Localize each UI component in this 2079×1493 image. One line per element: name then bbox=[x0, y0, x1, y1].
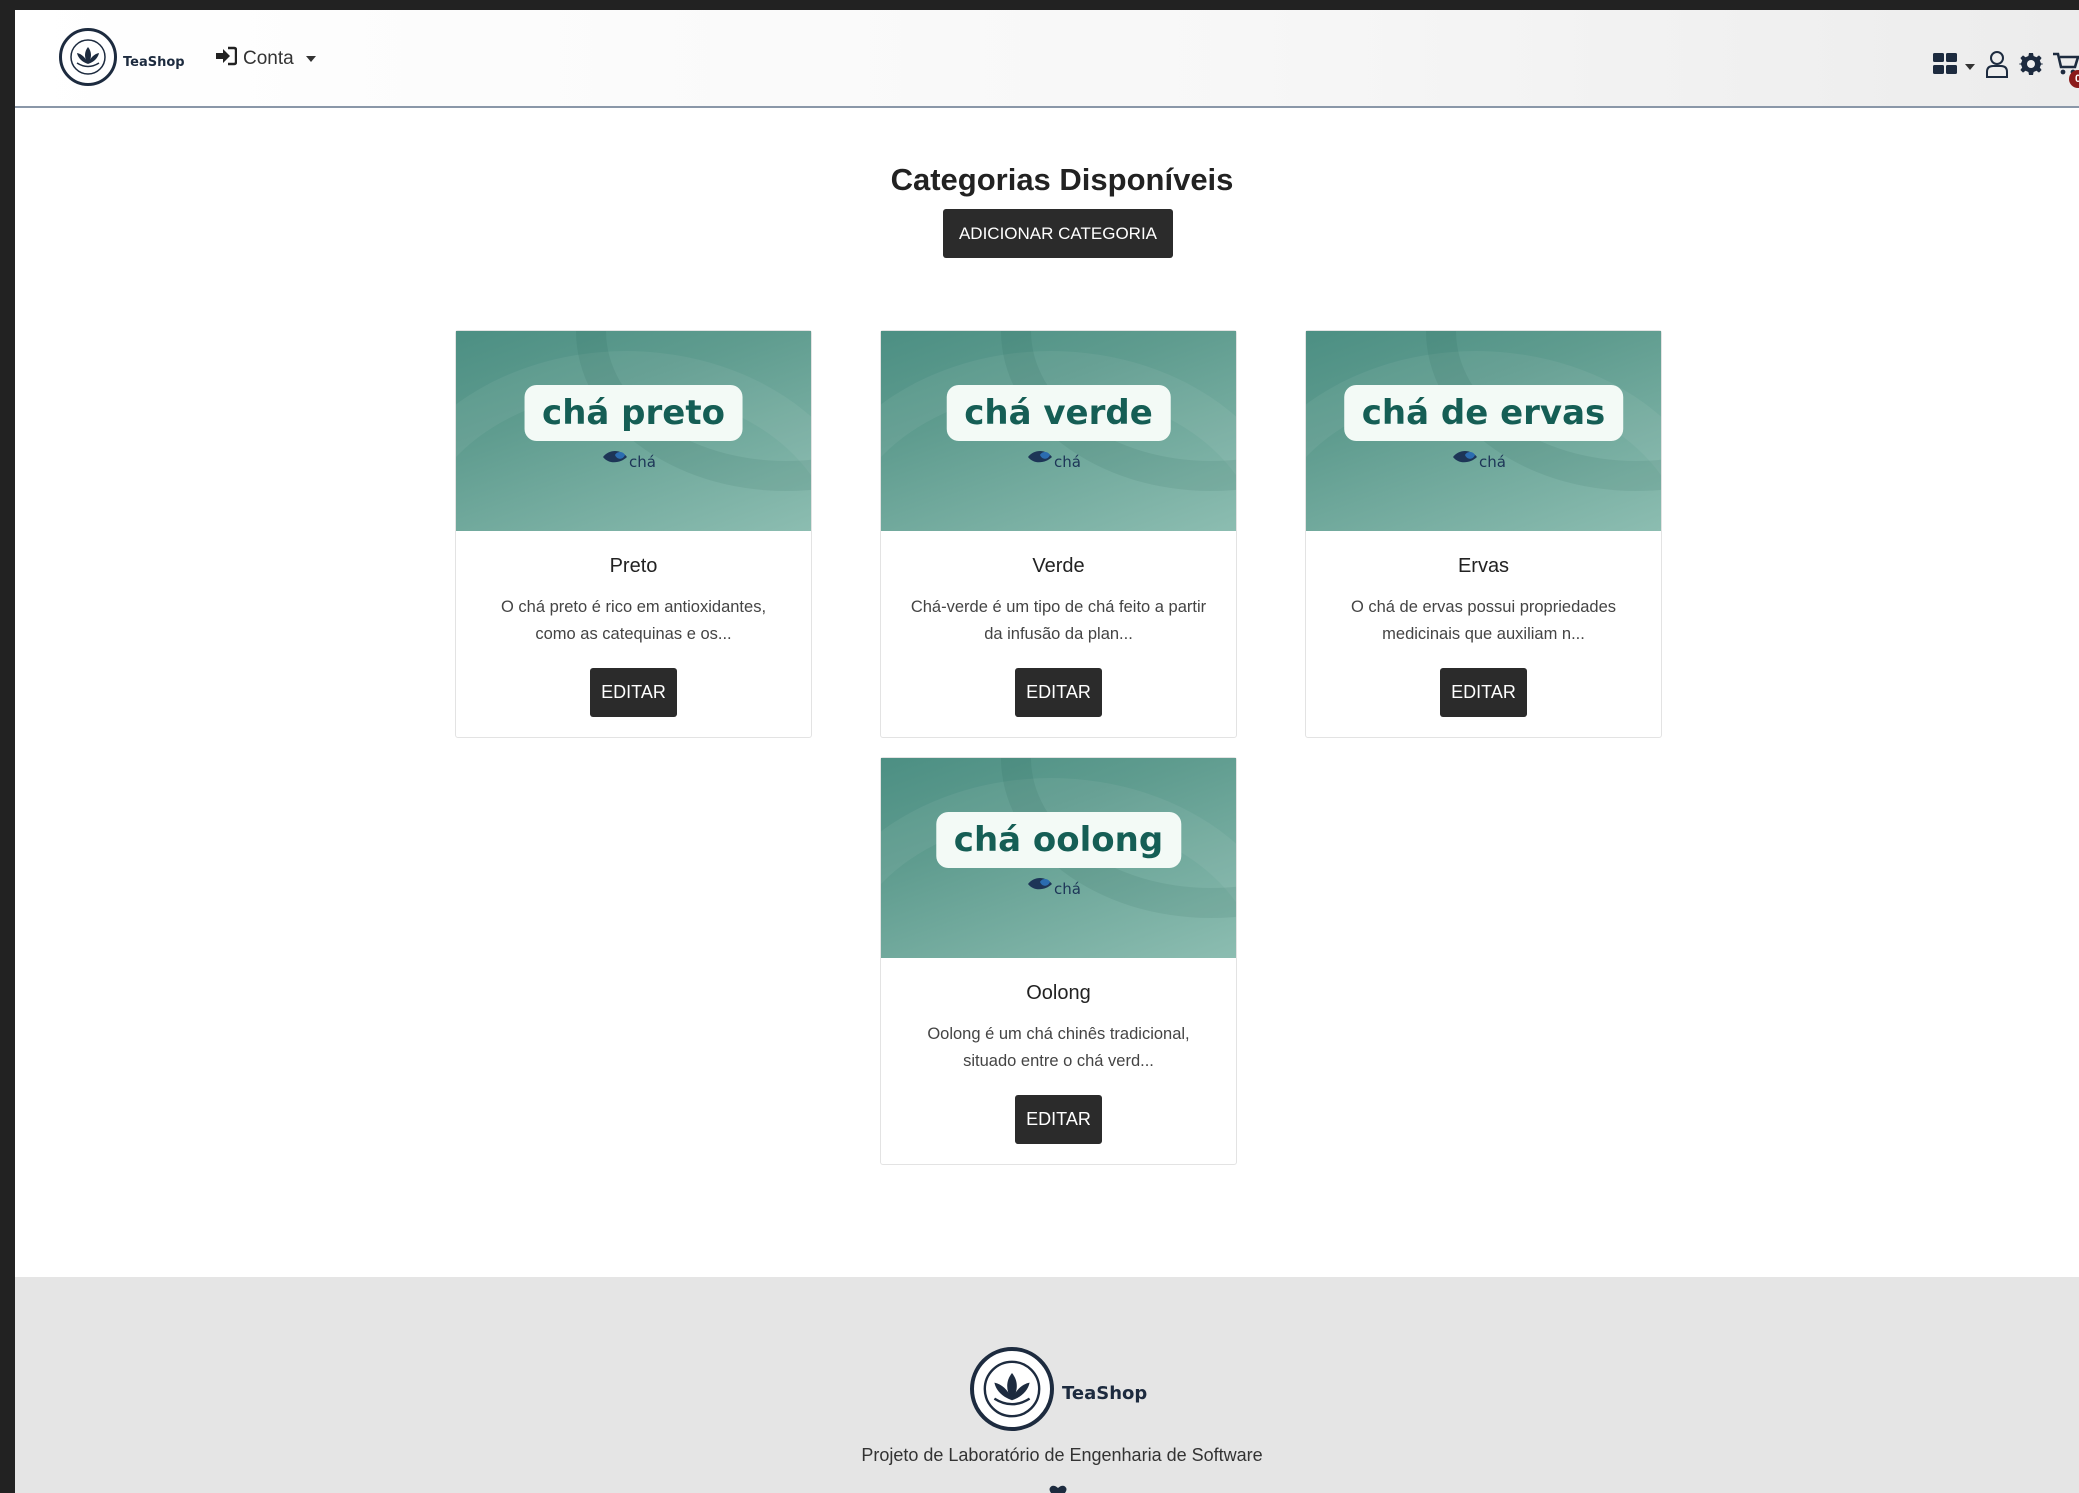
user-button[interactable] bbox=[1985, 50, 2009, 83]
footer-brand-name: TeaShop bbox=[1062, 1382, 1148, 1404]
category-card: chá verde chá Verde Chá-verde é um tipo … bbox=[880, 330, 1237, 738]
category-name: Preto bbox=[609, 555, 658, 577]
svg-text:chá: chá bbox=[1054, 880, 1081, 898]
lotus-logo-icon bbox=[970, 1347, 1054, 1431]
footer-text: Projeto de Laboratório de Engenharia de … bbox=[861, 1445, 1263, 1465]
category-image: chá verde chá bbox=[881, 331, 1236, 531]
footer: TeaShop Projeto de Laboratório de Engenh… bbox=[15, 1277, 2079, 1493]
svg-text:chá: chá bbox=[1479, 453, 1506, 471]
category-image-label: chá verde bbox=[946, 385, 1171, 441]
tea-leaf-icon: chá bbox=[1024, 447, 1094, 482]
cart-count-badge: 0 bbox=[2069, 69, 2079, 88]
edit-category-button[interactable]: EDITAR bbox=[1015, 1095, 1102, 1144]
page-title: Categorias Disponíveis bbox=[890, 162, 1234, 197]
settings-button[interactable] bbox=[2018, 52, 2044, 81]
tea-leaf-icon: chá bbox=[1024, 874, 1094, 909]
edit-category-button[interactable]: EDITAR bbox=[1440, 668, 1527, 717]
heart-icon bbox=[1049, 1485, 1067, 1493]
top-navbar: TeaShop Conta 0 bbox=[15, 10, 2079, 108]
category-image-label: chá oolong bbox=[935, 812, 1182, 868]
category-description: O chá preto é rico em antioxidantes, com… bbox=[500, 598, 767, 643]
category-description: Chá-verde é um tipo de chá feito a parti… bbox=[910, 598, 1207, 643]
category-description: Oolong é um chá chinês tradicional, situ… bbox=[927, 1025, 1190, 1070]
category-name: Ervas bbox=[1457, 555, 1510, 577]
category-description: O chá de ervas possui propriedades medic… bbox=[1350, 598, 1617, 643]
category-name: Verde bbox=[1032, 555, 1085, 577]
category-card: chá preto chá Preto O chá preto é rico e… bbox=[455, 330, 812, 738]
brand-name: TeaShop bbox=[123, 54, 185, 70]
category-card: chá oolong chá Oolong Oolong é um chá ch… bbox=[880, 757, 1237, 1165]
category-image: chá de ervas chá bbox=[1306, 331, 1661, 531]
lotus-logo-icon bbox=[59, 28, 117, 86]
edit-category-button[interactable]: EDITAR bbox=[590, 668, 677, 717]
category-image-label: chá preto bbox=[524, 385, 743, 441]
user-icon bbox=[1985, 50, 2009, 83]
category-name: Oolong bbox=[1026, 982, 1091, 1004]
tea-leaf-icon: chá bbox=[1449, 447, 1519, 482]
dashboard-dropdown[interactable] bbox=[1933, 53, 1975, 80]
svg-text:chá: chá bbox=[1054, 453, 1081, 471]
tea-leaf-icon: chá bbox=[599, 447, 669, 482]
category-card: chá de ervas chá Ervas O chá de ervas po… bbox=[1305, 330, 1662, 738]
add-category-button[interactable]: ADICIONAR CATEGORIA bbox=[943, 209, 1173, 258]
edit-category-button[interactable]: EDITAR bbox=[1015, 668, 1102, 717]
category-image: chá oolong chá bbox=[881, 758, 1236, 958]
gear-icon bbox=[2018, 52, 2044, 81]
category-image: chá preto chá bbox=[456, 331, 811, 531]
account-label: Conta bbox=[243, 48, 294, 69]
grid-icon bbox=[1933, 53, 1959, 80]
cart-button[interactable]: 0 bbox=[2053, 52, 2079, 88]
sign-in-icon bbox=[215, 46, 238, 72]
chevron-down-icon bbox=[305, 56, 316, 62]
footer-brand: TeaShop bbox=[970, 1347, 1147, 1431]
nav-right-icons: 0 bbox=[1933, 50, 2079, 88]
page: TeaShop Conta 0 Categorias Disponíveis A… bbox=[15, 10, 2079, 1493]
chevron-down-icon bbox=[1965, 63, 1975, 70]
account-dropdown[interactable]: Conta bbox=[215, 46, 316, 72]
svg-text:chá: chá bbox=[629, 453, 656, 471]
category-image-label: chá de ervas bbox=[1343, 385, 1624, 441]
brand-link[interactable]: TeaShop bbox=[59, 28, 185, 86]
